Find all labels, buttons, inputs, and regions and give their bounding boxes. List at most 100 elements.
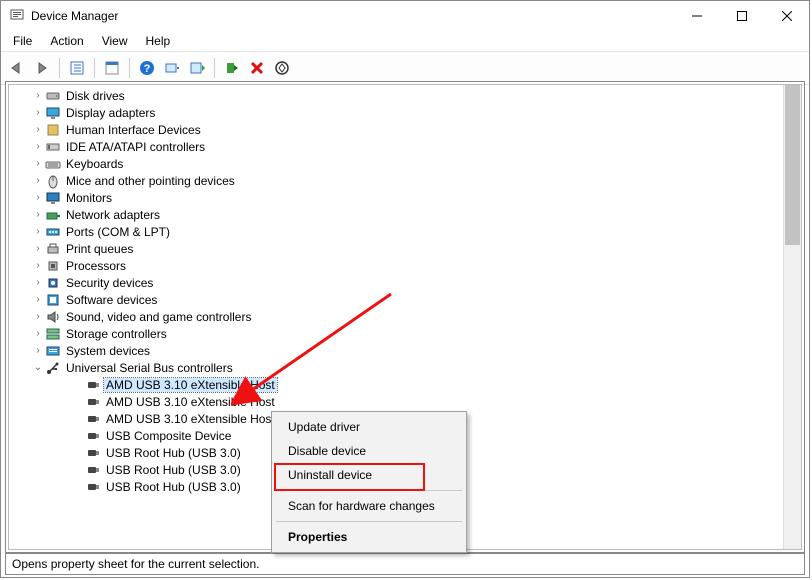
- ctx-uninstall-device[interactable]: Uninstall device: [274, 463, 464, 487]
- toolbar-separator: [214, 58, 215, 78]
- chevron-right-icon[interactable]: ›: [31, 192, 45, 203]
- tree-category-print[interactable]: ›Print queues: [9, 240, 784, 257]
- tree-category-disk-label: Disk drives: [64, 89, 127, 103]
- tree-category-display[interactable]: › Display adapters: [9, 104, 784, 121]
- tree-category-disk[interactable]: › Disk drives: [9, 87, 784, 104]
- ctx-disable-device[interactable]: Disable device: [274, 439, 464, 463]
- chevron-right-icon[interactable]: ›: [31, 158, 45, 169]
- close-icon: [782, 11, 792, 21]
- usb-device-icon: [85, 394, 101, 410]
- window-title: Device Manager: [31, 9, 118, 23]
- vertical-scrollbar[interactable]: [783, 85, 801, 549]
- chevron-right-icon[interactable]: ›: [31, 141, 45, 152]
- scan-hardware-button[interactable]: [160, 56, 184, 80]
- context-menu: Update driver Disable device Uninstall d…: [271, 411, 467, 553]
- toolbar: ?: [1, 51, 809, 85]
- tree-category-display-label: Display adapters: [64, 106, 157, 120]
- port-icon: [45, 224, 61, 240]
- usb-device-icon: [85, 479, 101, 495]
- print-icon: [45, 241, 61, 257]
- tree-category-sound[interactable]: ›Sound, video and game controllers: [9, 308, 784, 325]
- tree-category-usb-label: Universal Serial Bus controllers: [64, 361, 235, 375]
- ctx-separator: [276, 521, 462, 522]
- tree-icon: [69, 60, 85, 76]
- chevron-right-icon[interactable]: ›: [31, 243, 45, 254]
- tree-category-monitor[interactable]: ›Monitors: [9, 189, 784, 206]
- tree-usb-child-2-label: AMD USB 3.10 eXtensible Host: [104, 412, 277, 426]
- close-button[interactable]: [764, 1, 809, 31]
- tree-category-cpu[interactable]: › Processors: [9, 257, 784, 274]
- chevron-right-icon[interactable]: ›: [31, 294, 45, 305]
- uninstall-device-button[interactable]: [245, 56, 269, 80]
- chevron-right-icon[interactable]: ›: [31, 311, 45, 322]
- back-button[interactable]: [5, 56, 29, 80]
- tree-category-system-label: System devices: [64, 344, 152, 358]
- ctx-update-driver[interactable]: Update driver: [274, 415, 464, 439]
- tree-category-port[interactable]: › Ports (COM & LPT): [9, 223, 784, 240]
- menubar: File Action View Help: [1, 31, 809, 51]
- back-icon: [9, 61, 25, 75]
- update-driver-button[interactable]: [185, 56, 209, 80]
- help-button[interactable]: ?: [135, 56, 159, 80]
- chevron-right-icon[interactable]: ›: [31, 209, 45, 220]
- tree-category-cpu-label: Processors: [64, 259, 128, 273]
- network-icon: [45, 207, 61, 223]
- tree-usb-child-0[interactable]: AMD USB 3.10 eXtensible Host: [9, 376, 784, 393]
- uninstall-icon: [249, 60, 265, 76]
- tree-category-keyboard[interactable]: ›Keyboards: [9, 155, 784, 172]
- forward-button[interactable]: [30, 56, 54, 80]
- tree-usb-child-4-label: USB Root Hub (USB 3.0): [104, 446, 243, 460]
- sound-icon: [45, 309, 61, 325]
- chevron-right-icon[interactable]: ›: [31, 345, 45, 356]
- tree-category-hid[interactable]: › Human Interface Devices: [9, 121, 784, 138]
- tree-category-software-label: Software devices: [64, 293, 159, 307]
- tree-category-security[interactable]: › Security devices: [9, 274, 784, 291]
- ctx-scan-hardware[interactable]: Scan for hardware changes: [274, 494, 464, 518]
- chevron-right-icon[interactable]: ›: [31, 175, 45, 186]
- chevron-right-icon[interactable]: ›: [31, 226, 45, 237]
- chevron-right-icon[interactable]: ›: [31, 328, 45, 339]
- tree-category-system[interactable]: › System devices: [9, 342, 784, 359]
- mouse-icon: [45, 173, 61, 189]
- tree-category-hid-label: Human Interface Devices: [64, 123, 203, 137]
- chevron-right-icon[interactable]: ›: [31, 260, 45, 271]
- maximize-button[interactable]: [719, 1, 764, 31]
- tree-category-network[interactable]: ›Network adapters: [9, 206, 784, 223]
- tree-usb-child-3-label: USB Composite Device: [104, 429, 233, 443]
- menu-action[interactable]: Action: [42, 32, 91, 50]
- tree-category-storage[interactable]: ›Storage controllers: [9, 325, 784, 342]
- tree-category-port-label: Ports (COM & LPT): [64, 225, 172, 239]
- menu-file[interactable]: File: [5, 32, 40, 50]
- ctx-properties[interactable]: Properties: [274, 525, 464, 549]
- enable-device-button[interactable]: [220, 56, 244, 80]
- tree-category-ide[interactable]: › IDE ATA/ATAPI controllers: [9, 138, 784, 155]
- minimize-button[interactable]: [674, 1, 719, 31]
- tree-category-ide-label: IDE ATA/ATAPI controllers: [64, 140, 207, 154]
- chevron-right-icon[interactable]: ›: [31, 277, 45, 288]
- device-manager-window: Device Manager File Action View Help: [0, 0, 810, 578]
- tree-usb-child-1[interactable]: AMD USB 3.10 eXtensible Host: [9, 393, 784, 410]
- window-controls: [674, 1, 809, 31]
- ide-icon: [45, 139, 61, 155]
- keyboard-icon: [45, 156, 61, 172]
- security-icon: [45, 275, 61, 291]
- storage-icon: [45, 326, 61, 342]
- properties-icon: [104, 60, 120, 76]
- disable-device-button[interactable]: [270, 56, 294, 80]
- tree-category-mouse[interactable]: › Mice and other pointing devices: [9, 172, 784, 189]
- properties-button[interactable]: [100, 56, 124, 80]
- chevron-right-icon[interactable]: ›: [31, 107, 45, 118]
- chevron-right-icon[interactable]: ›: [31, 90, 45, 101]
- tree-category-security-label: Security devices: [64, 276, 155, 290]
- menu-view[interactable]: View: [94, 32, 136, 50]
- scrollbar-thumb[interactable]: [785, 85, 800, 245]
- tree-category-usb[interactable]: ⌄ Universal Serial Bus controllers: [9, 359, 784, 376]
- chevron-down-icon[interactable]: ⌄: [31, 362, 45, 373]
- menu-help[interactable]: Help: [138, 32, 179, 50]
- tree-category-software[interactable]: › Software devices: [9, 291, 784, 308]
- show-hide-tree-button[interactable]: [65, 56, 89, 80]
- chevron-right-icon[interactable]: ›: [31, 124, 45, 135]
- tree-usb-child-0-label: AMD USB 3.10 eXtensible Host: [104, 378, 277, 392]
- statusbar-text: Opens property sheet for the current sel…: [12, 557, 259, 571]
- tree-category-mouse-label: Mice and other pointing devices: [64, 174, 237, 188]
